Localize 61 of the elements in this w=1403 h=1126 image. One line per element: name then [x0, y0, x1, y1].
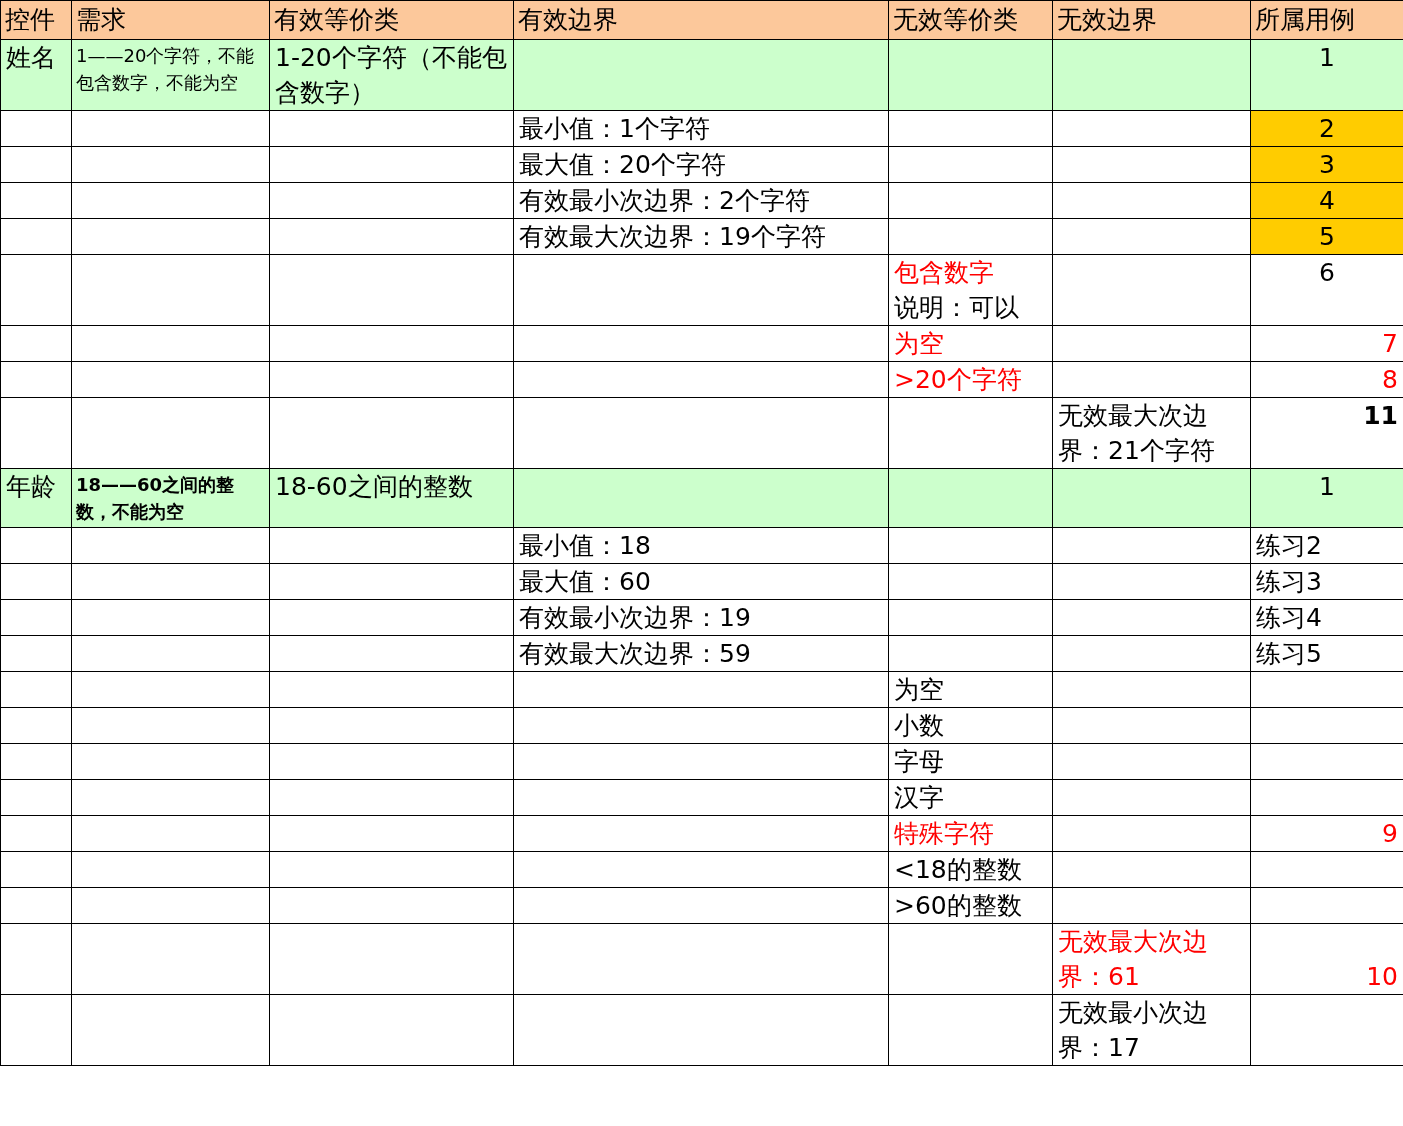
table-cell: [0, 707, 72, 744]
column-header: 需求: [71, 0, 270, 40]
table-cell: 18——60之间的整数，不能为空: [71, 468, 270, 528]
table-cell: >60的整数: [888, 887, 1053, 924]
table-cell: 3: [1250, 146, 1403, 183]
column-header: 所属用例: [1250, 0, 1403, 40]
table-cell: 1: [1250, 39, 1403, 111]
table-cell: 无效最小次边界：17: [1052, 994, 1251, 1066]
table-cell: 最小值：18: [513, 527, 889, 564]
table-cell: [0, 361, 72, 398]
column-header: 无效等价类: [888, 0, 1053, 40]
table-cell: [0, 779, 72, 816]
table-cell: 2: [1250, 110, 1403, 147]
table-cell: [0, 527, 72, 564]
table-cell: 无效最大次边界：61: [1052, 923, 1251, 995]
table-cell: [0, 563, 72, 600]
table-cell: 为空: [888, 325, 1053, 362]
table-cell: 有效最大次边界：59: [513, 635, 889, 672]
table-cell: 无效最大次边界：21个字符: [1052, 397, 1251, 469]
table-cell: 字母: [888, 743, 1053, 780]
table-cell: [0, 743, 72, 780]
table-cell: 最小值：1个字符: [513, 110, 889, 147]
table-cell: 1-20个字符（不能包含数字）: [269, 39, 514, 111]
table-cell: [0, 146, 72, 183]
table-cell: 特殊字符: [888, 815, 1053, 852]
table-cell: [0, 599, 72, 636]
column-header: 有效边界: [513, 0, 889, 40]
table-cell: 年龄: [0, 468, 72, 528]
table-cell: 最大值：60: [513, 563, 889, 600]
table-cell: [0, 923, 72, 995]
table-cell: [0, 110, 72, 147]
table-cell: [0, 887, 72, 924]
table-cell: [0, 671, 72, 708]
table-cell: [0, 218, 72, 255]
table-cell: 为空: [888, 671, 1053, 708]
table-cell: 最大值：20个字符: [513, 146, 889, 183]
table-cell: [0, 635, 72, 672]
table-cell: [0, 851, 72, 888]
table-cell: <18的整数: [888, 851, 1053, 888]
table-cell: 1——20个字符，不能包含数字，不能为空: [71, 39, 270, 111]
column-header: 控件: [0, 0, 72, 40]
table-cell: 有效最小次边界：19: [513, 599, 889, 636]
table-cell: >20个字符: [888, 361, 1053, 398]
table-cell: [0, 325, 72, 362]
table-cell: 18-60之间的整数: [269, 468, 514, 528]
table-cell: 包含数字 说明：可以: [888, 254, 1053, 326]
table-cell: 姓名: [0, 39, 72, 111]
column-header: 无效边界: [1052, 0, 1251, 40]
table-cell: 有效最小次边界：2个字符: [513, 182, 889, 219]
table-cell: [0, 254, 72, 326]
table-cell: 汉字: [888, 779, 1053, 816]
table-cell: [0, 397, 72, 469]
table-cell: [0, 994, 72, 1066]
column-header: 有效等价类: [269, 0, 514, 40]
table-cell: [0, 182, 72, 219]
table-cell: [0, 815, 72, 852]
table-cell: 1: [1250, 468, 1403, 528]
table-cell: 有效最大次边界：19个字符: [513, 218, 889, 255]
table-cell: 4: [1250, 182, 1403, 219]
table-cell: 小数: [888, 707, 1053, 744]
table-cell: 5: [1250, 218, 1403, 255]
